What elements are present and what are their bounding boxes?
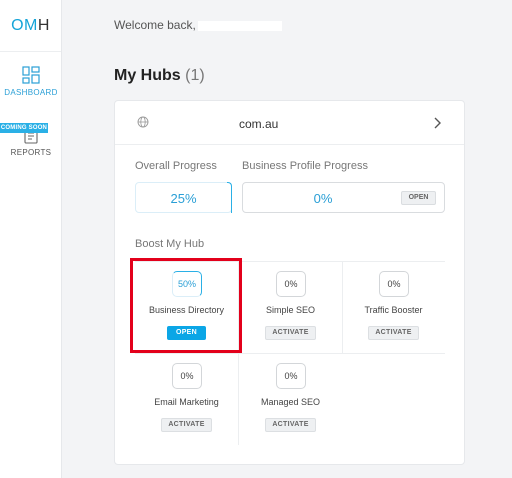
overall-progress-label: Overall Progress (135, 160, 217, 172)
globe-icon (137, 116, 149, 128)
sidebar-item-label: REPORTS (10, 148, 52, 157)
welcome-message: Welcome back, (114, 18, 282, 32)
sidebar-item-label: DASHBOARD (4, 88, 58, 97)
business-profile-progress-box: 0% OPEN (242, 182, 445, 213)
business-profile-open-button[interactable]: OPEN (401, 191, 436, 205)
tile-progress: 0% (172, 363, 202, 389)
tile-name: Managed SEO (260, 397, 321, 407)
sidebar: OM H DASHBOARD REPORTS COMING SOON (0, 0, 62, 478)
logo-text-left: OM (11, 16, 38, 34)
page-title: My Hubs (1) (114, 67, 205, 85)
activate-button[interactable]: ACTIVATE (265, 326, 316, 340)
hub-count: (1) (185, 67, 205, 84)
sidebar-item-dashboard[interactable]: DASHBOARD (0, 66, 62, 97)
tile-email-marketing: 0% Email Marketing ACTIVATE (135, 353, 238, 445)
page-title-text: My Hubs (114, 67, 181, 84)
tile-progress: 0% (276, 363, 306, 389)
business-profile-progress-value: 0% (313, 191, 333, 206)
activate-button[interactable]: ACTIVATE (265, 418, 316, 432)
chevron-right-icon[interactable] (433, 117, 441, 129)
dashboard-icon (22, 66, 40, 84)
highlight-box (130, 258, 242, 353)
tile-progress: 0% (379, 271, 409, 297)
welcome-text: Welcome back, (114, 18, 196, 32)
boost-my-hub-label: Boost My Hub (135, 238, 205, 250)
overall-progress-value: 25% (170, 191, 197, 206)
coming-soon-badge: COMING SOON (0, 123, 48, 133)
tile-name: Simple SEO (265, 305, 316, 315)
tile-progress: 0% (276, 271, 306, 297)
overall-progress-box: 25% (135, 182, 232, 213)
activate-button[interactable]: ACTIVATE (161, 418, 212, 432)
logo-text-right: H (37, 16, 50, 34)
tile-name: Traffic Booster (364, 305, 423, 315)
tile-name: Email Marketing (154, 397, 219, 407)
hub-header-row[interactable]: com.au (115, 101, 464, 145)
tile-managed-seo: 0% Managed SEO ACTIVATE (239, 353, 342, 445)
hub-domain: com.au (239, 117, 279, 131)
redacted-username (197, 20, 282, 31)
business-profile-progress-label: Business Profile Progress (242, 160, 368, 172)
tile-traffic-booster: 0% Traffic Booster ACTIVATE (342, 261, 445, 353)
tile-simple-seo: 0% Simple SEO ACTIVATE (239, 261, 342, 353)
activate-button[interactable]: ACTIVATE (368, 326, 419, 340)
app-logo[interactable]: OM H (0, 0, 61, 52)
